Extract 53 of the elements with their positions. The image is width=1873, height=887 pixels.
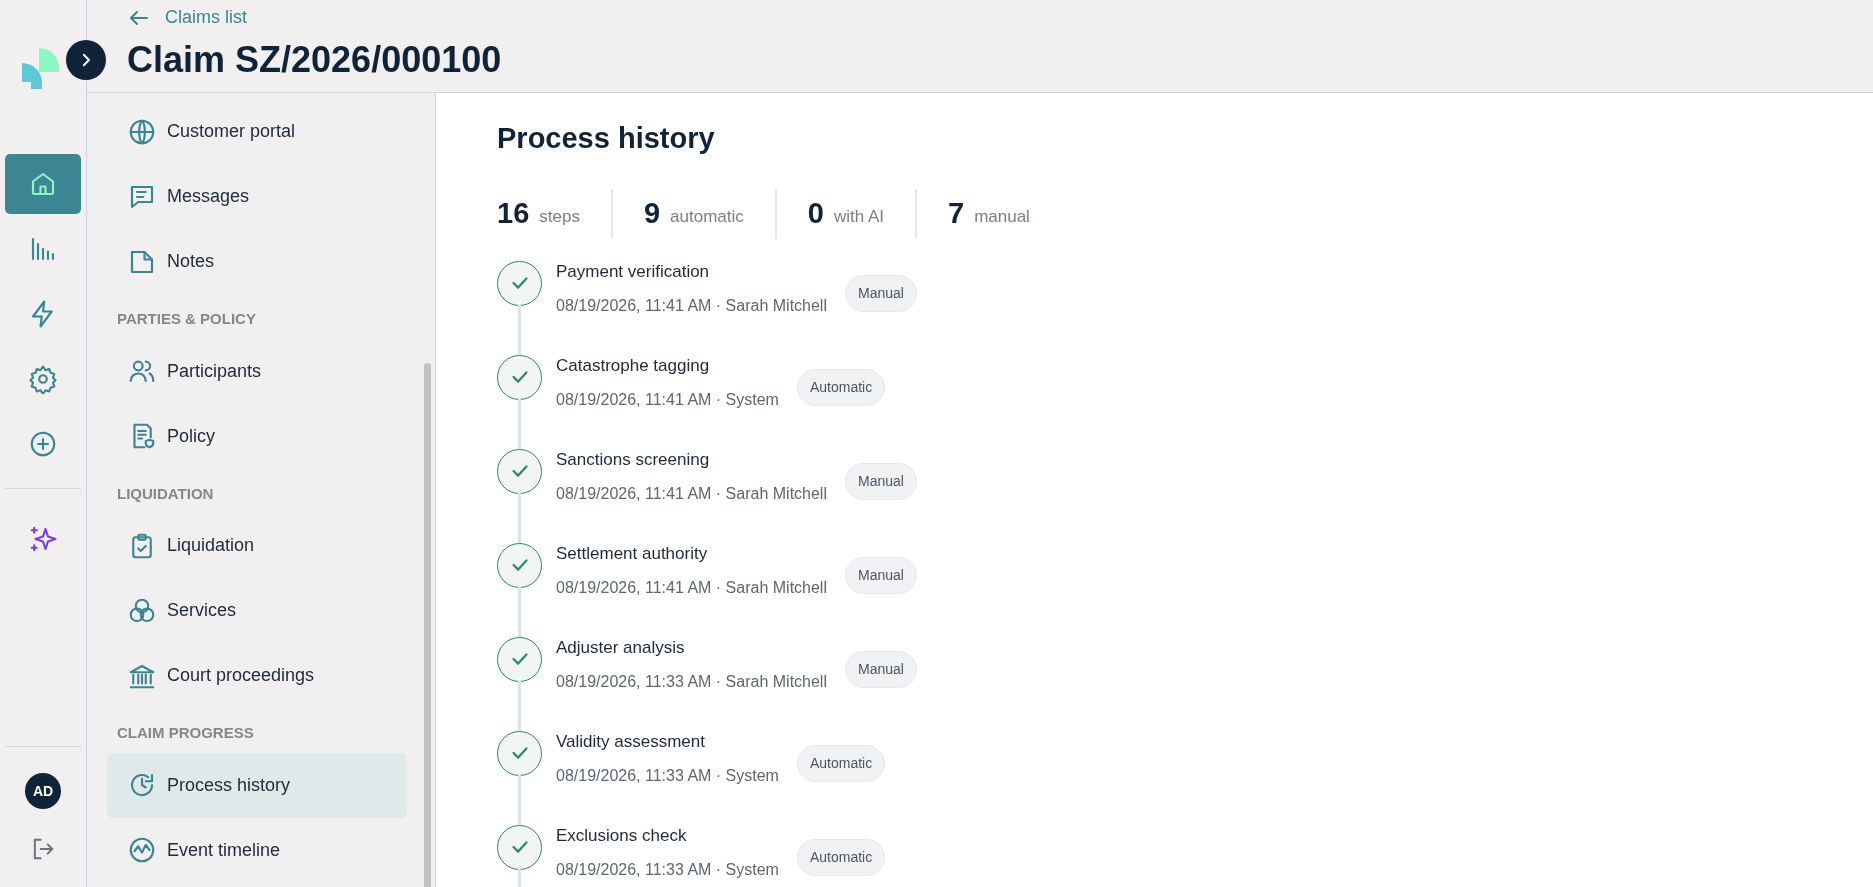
back-link[interactable]: Claims list: [127, 4, 247, 31]
settings-icon: [28, 364, 58, 394]
sidebar-item[interactable]: Event timeline: [107, 817, 407, 883]
step-title: Payment verification: [556, 260, 711, 283]
sparkles-icon: [28, 524, 58, 554]
step-type-badge: Automatic: [796, 368, 886, 406]
sidebar-item[interactable]: Notes: [107, 229, 407, 294]
step-type-badge: Automatic: [796, 838, 886, 876]
nav-button[interactable]: [5, 154, 81, 214]
plus-circle-icon: [28, 429, 58, 459]
section-title: Process history: [497, 121, 716, 156]
stat-label: steps: [539, 205, 580, 228]
sidebar-item[interactable]: Liquidation: [107, 513, 407, 578]
sidebar-item[interactable]: Customer portal: [107, 99, 407, 164]
activity-icon: [127, 835, 157, 865]
step-meta: 08/19/2026, 11:33 AM · System: [556, 766, 779, 786]
stat-value: 7: [948, 195, 965, 231]
user-avatar[interactable]: AD: [25, 773, 61, 809]
step-meta: 08/19/2026, 11:33 AM · Sarah Mitchell: [556, 672, 827, 692]
stat-label: automatic: [670, 205, 744, 228]
sidebar-item[interactable]: Process history: [107, 752, 407, 818]
stat-label: manual: [974, 205, 1030, 228]
step-type-badge: Manual: [845, 274, 917, 312]
sidebar-item[interactable]: Services: [107, 578, 407, 643]
step-meta: 08/19/2026, 11:41 AM · System: [556, 390, 779, 410]
expand-button[interactable]: [66, 40, 106, 80]
stat-value: 0: [807, 195, 824, 231]
section-heading: PARTIES & POLICY: [116, 309, 257, 329]
stat-value: 9: [643, 195, 661, 231]
step-title: Exclusions check: [556, 824, 688, 847]
step-type-badge: Manual: [845, 650, 917, 688]
sidebar-item[interactable]: Messages: [107, 164, 407, 229]
page-title: Claim SZ/2026/000100: [127, 38, 503, 82]
step-title: Sanctions screening: [556, 448, 711, 471]
stat-value: 16: [497, 195, 530, 231]
step-meta: 08/19/2026, 11:33 AM · System: [556, 860, 779, 880]
step-type-badge: Manual: [845, 556, 917, 594]
stat-label: with AI: [833, 205, 884, 228]
step-meta: 08/19/2026, 11:41 AM · Sarah Mitchell: [556, 296, 827, 316]
step-meta: 08/19/2026, 11:41 AM · Sarah Mitchell: [556, 484, 827, 504]
step-type-badge: Manual: [845, 462, 917, 500]
step-title: Catastrophe tagging: [556, 354, 711, 377]
step-title: Adjuster analysis: [556, 636, 686, 659]
sidebar-item[interactable]: Participants: [107, 338, 407, 404]
step-title: Settlement authority: [556, 542, 709, 565]
scrollbar-thumb[interactable]: [424, 363, 431, 887]
step-type-badge: Automatic: [796, 744, 886, 782]
step-title: Validity assessment: [556, 730, 706, 753]
section-heading: CLAIM PROGRESS: [116, 723, 255, 743]
section-heading: LIQUIDATION: [116, 483, 215, 504]
sidebar-item[interactable]: Policy: [107, 403, 407, 469]
sidebar-item[interactable]: Court proceedings: [107, 643, 407, 708]
step-meta: 08/19/2026, 11:41 AM · Sarah Mitchell: [556, 578, 827, 598]
